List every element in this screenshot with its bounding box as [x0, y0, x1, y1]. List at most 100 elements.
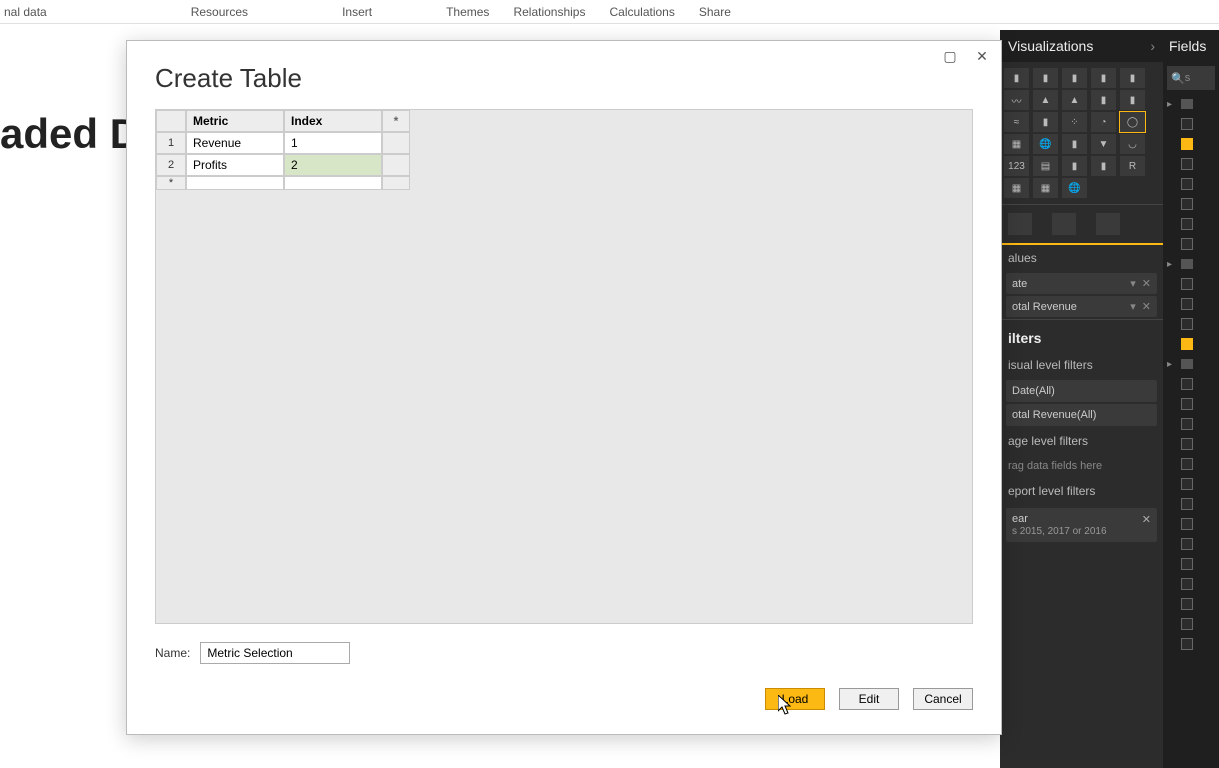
ribbon-tab[interactable]: Share	[687, 1, 743, 23]
year-filter[interactable]: ✕ ear s 2015, 2017 or 2016	[1006, 508, 1157, 542]
field-item[interactable]	[1163, 634, 1219, 654]
viz-treemap-icon[interactable]: ▦	[1004, 134, 1029, 154]
remove-icon[interactable]: ✕	[1142, 513, 1151, 526]
field-item[interactable]	[1163, 394, 1219, 414]
viz-matrix-icon[interactable]: ▦	[1033, 178, 1058, 198]
add-row[interactable]: *	[156, 176, 186, 190]
viz-r-icon[interactable]: R	[1120, 156, 1145, 176]
ribbon-tab[interactable]: Insert	[330, 1, 384, 23]
chevron-right-icon[interactable]: ›	[1150, 38, 1155, 54]
viz-clustered-column-icon[interactable]: ▮	[1091, 68, 1116, 88]
field-item[interactable]	[1163, 154, 1219, 174]
grid-cell[interactable]: Revenue	[186, 132, 284, 154]
fields-search[interactable]: 🔍 s	[1167, 66, 1215, 90]
viz-multi-card-icon[interactable]: ▤	[1033, 156, 1058, 176]
grid-cell[interactable]	[382, 176, 410, 190]
field-item[interactable]	[1163, 134, 1219, 154]
field-item[interactable]	[1163, 514, 1219, 534]
dropdown-icon[interactable]: ▾	[1130, 277, 1136, 290]
viz-stacked-column-icon[interactable]: ▮	[1062, 68, 1087, 88]
grid-cell[interactable]: 2	[284, 154, 382, 176]
filter-item[interactable]: otal Revenue(All)	[1006, 404, 1157, 426]
viz-stacked-area-icon[interactable]: ▲	[1062, 90, 1087, 110]
field-table[interactable]: ▸	[1163, 94, 1219, 114]
viz-combo-icon[interactable]: ▮	[1091, 90, 1116, 110]
filter-item[interactable]: Date(All)	[1006, 380, 1157, 402]
viz-clustered-bar-icon[interactable]: ▮	[1033, 68, 1058, 88]
field-item[interactable]	[1163, 274, 1219, 294]
value-field[interactable]: otal Revenue ▾✕	[1006, 296, 1157, 317]
field-item[interactable]	[1163, 214, 1219, 234]
field-item[interactable]	[1163, 494, 1219, 514]
field-item[interactable]	[1163, 414, 1219, 434]
viz-100-stacked-icon[interactable]: ▮	[1120, 68, 1145, 88]
viz-combo2-icon[interactable]: ▮	[1120, 90, 1145, 110]
grid-cell[interactable]: 1	[284, 132, 382, 154]
field-item[interactable]	[1163, 614, 1219, 634]
field-item[interactable]	[1163, 374, 1219, 394]
data-grid[interactable]: Metric Index * 1 Revenue 1 2 Profits 2 *	[156, 110, 410, 190]
remove-icon[interactable]: ✕	[1142, 300, 1151, 313]
field-item[interactable]	[1163, 114, 1219, 134]
grid-cell[interactable]	[382, 154, 410, 176]
column-header[interactable]: Metric	[186, 110, 284, 132]
field-table[interactable]: ▸	[1163, 354, 1219, 374]
ribbon-tab[interactable]: nal data	[0, 1, 59, 23]
grid-cell[interactable]	[382, 132, 410, 154]
close-button[interactable]: ✕	[971, 47, 993, 65]
field-item[interactable]	[1163, 574, 1219, 594]
viz-slicer-icon[interactable]: ▮	[1091, 156, 1116, 176]
viz-scatter-icon[interactable]: ⁘	[1062, 112, 1087, 132]
remove-icon[interactable]: ✕	[1142, 277, 1151, 290]
visualizations-header[interactable]: Visualizations ›	[1000, 30, 1163, 62]
ribbon-tab[interactable]: Themes	[434, 1, 501, 23]
analytics-tab-icon[interactable]	[1096, 213, 1120, 235]
viz-kpi-icon[interactable]: ▮	[1062, 156, 1087, 176]
field-item[interactable]	[1163, 174, 1219, 194]
viz-table-icon[interactable]: ▦	[1004, 178, 1029, 198]
field-item[interactable]	[1163, 334, 1219, 354]
field-item[interactable]	[1163, 454, 1219, 474]
viz-funnel-icon[interactable]: ▼	[1091, 134, 1116, 154]
grid-cell[interactable]	[186, 176, 284, 190]
edit-button[interactable]: Edit	[839, 688, 899, 710]
format-tab-icon[interactable]	[1052, 213, 1076, 235]
viz-ribbon-icon[interactable]: ≈	[1004, 112, 1029, 132]
load-button[interactable]: Load	[765, 688, 825, 710]
field-item[interactable]	[1163, 534, 1219, 554]
value-field[interactable]: ate ▾✕	[1006, 273, 1157, 294]
field-item[interactable]	[1163, 294, 1219, 314]
viz-stacked-bar-icon[interactable]: ▮	[1004, 68, 1029, 88]
viz-area-icon[interactable]: ▲	[1033, 90, 1058, 110]
field-item[interactable]	[1163, 554, 1219, 574]
field-item[interactable]	[1163, 474, 1219, 494]
viz-map-icon[interactable]: 🌐	[1033, 134, 1058, 154]
field-item[interactable]	[1163, 434, 1219, 454]
viz-filled-map-icon[interactable]: ▮	[1062, 134, 1087, 154]
viz-waterfall-icon[interactable]: ▮	[1033, 112, 1058, 132]
maximize-button[interactable]: ▢	[939, 47, 961, 65]
table-name-input[interactable]	[200, 642, 350, 664]
viz-line-icon[interactable]: 〰	[1004, 90, 1029, 110]
field-item[interactable]	[1163, 194, 1219, 214]
table-entry-area[interactable]: Metric Index * 1 Revenue 1 2 Profits 2 *	[155, 109, 973, 624]
ribbon-tab[interactable]: Relationships	[501, 1, 597, 23]
fields-header[interactable]: Fields	[1163, 30, 1219, 62]
grid-cell[interactable]	[284, 176, 382, 190]
field-item[interactable]	[1163, 234, 1219, 254]
ribbon-tab[interactable]: Calculations	[597, 1, 686, 23]
viz-pie-icon[interactable]: ◔	[1091, 112, 1116, 132]
viz-card-icon[interactable]: 123	[1004, 156, 1029, 176]
add-column[interactable]: *	[382, 110, 410, 132]
ribbon-tab[interactable]: Resources	[179, 1, 260, 23]
cancel-button[interactable]: Cancel	[913, 688, 973, 710]
field-item[interactable]	[1163, 594, 1219, 614]
column-header[interactable]: Index	[284, 110, 382, 132]
drag-placeholder[interactable]: rag data fields here	[1000, 454, 1163, 478]
viz-donut-icon[interactable]: ◯	[1120, 112, 1145, 132]
grid-cell[interactable]: Profits	[186, 154, 284, 176]
field-item[interactable]	[1163, 314, 1219, 334]
fields-tab-icon[interactable]	[1008, 213, 1032, 235]
field-table[interactable]: ▸	[1163, 254, 1219, 274]
viz-gauge-icon[interactable]: ◡	[1120, 134, 1145, 154]
